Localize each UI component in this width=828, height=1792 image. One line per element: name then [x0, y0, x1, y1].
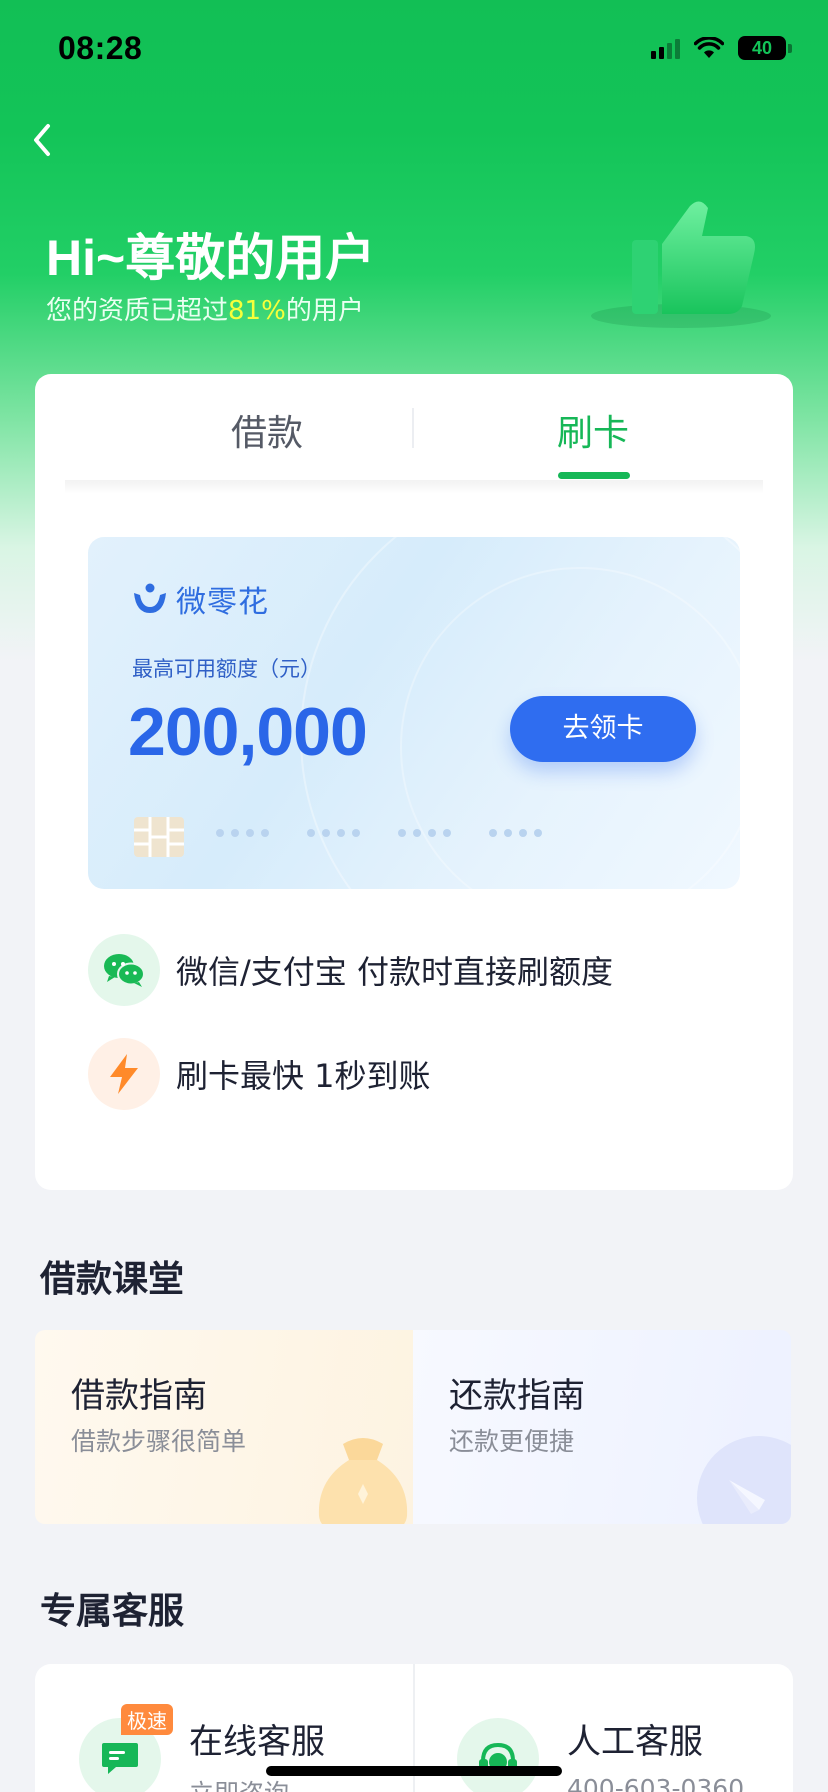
card-number-mask: [216, 829, 542, 837]
human-service-phone[interactable]: 400-603-0360: [567, 1774, 744, 1792]
lightning-icon: [110, 1054, 138, 1094]
greeting-title: Hi~尊敬的用户: [46, 230, 376, 286]
wechat-icon: [104, 954, 145, 987]
fast-badge: 极速: [121, 1704, 173, 1735]
status-icons: 40: [651, 36, 792, 60]
guide-title: 借款指南: [71, 1376, 207, 1416]
status-time: 08:28: [58, 30, 143, 66]
human-service-title[interactable]: 人工客服: [567, 1714, 703, 1763]
battery-level: 40: [751, 37, 773, 58]
tab-divider: [412, 408, 414, 448]
limit-label: 最高可用额度（元）: [132, 657, 321, 681]
main-card: 借款 刷卡 微零花 最高可用额度（元） 200,000 去领卡 微信/支付宝 付…: [35, 374, 793, 1190]
back-button[interactable]: [26, 118, 62, 162]
online-service-subtitle: 立即咨询: [189, 1774, 289, 1792]
feature-text: 微信/支付宝 付款时直接刷额度: [176, 953, 613, 991]
borrow-guide-card[interactable]: 借款指南 借款步骤很简单: [35, 1330, 413, 1524]
subtitle-suffix: 的用户: [285, 296, 364, 326]
brand: 微零花: [132, 577, 269, 621]
chevron-left-icon: [34, 124, 50, 156]
active-tab-indicator: [558, 472, 630, 479]
section-title-loan-class: 借款课堂: [40, 1259, 185, 1300]
guide-subtitle: 还款更便捷: [449, 1427, 575, 1456]
money-bag-icon: [318, 1438, 408, 1524]
card-chip-icon: [134, 817, 184, 857]
get-card-button[interactable]: 去领卡: [510, 696, 696, 762]
signal-icon: [651, 37, 680, 59]
subtitle-percentage: 81%: [228, 296, 286, 326]
guide-title: 还款指南: [449, 1376, 585, 1416]
paper-plane-icon: [697, 1436, 791, 1524]
tab-borrow[interactable]: 借款: [167, 404, 367, 456]
feature-item-wechat-pay: 微信/支付宝 付款时直接刷额度: [88, 934, 613, 1006]
page: 08:28 40 Hi~尊敬的用户 您的资质已超过81%的用户 借款 刷卡 微零…: [0, 0, 828, 1792]
greeting-subtitle: 您的资质已超过81%的用户: [46, 290, 364, 327]
chat-bubble-icon: [102, 1743, 138, 1774]
home-indicator[interactable]: [266, 1766, 562, 1776]
feature-item-fast-arrival: 刷卡最快 1秒到账: [88, 1038, 431, 1110]
battery-icon: 40: [738, 36, 792, 60]
limit-value: 200,000: [128, 694, 368, 770]
online-service-title[interactable]: 在线客服: [189, 1714, 325, 1763]
section-title-service: 专属客服: [40, 1591, 185, 1632]
tab-bar: 借款 刷卡: [35, 374, 793, 480]
feature-text: 刷卡最快 1秒到账: [176, 1057, 431, 1095]
repay-guide-card[interactable]: 还款指南 还款更便捷: [413, 1330, 791, 1524]
subtitle-prefix: 您的资质已超过: [46, 296, 229, 326]
credit-card-panel: 微零花 最高可用额度（元） 200,000 去领卡: [88, 537, 740, 889]
brand-name: 微零花: [176, 585, 269, 620]
human-service-button[interactable]: [457, 1718, 539, 1792]
tab-card[interactable]: 刷卡: [493, 404, 693, 456]
status-bar: 08:28 40: [0, 0, 828, 100]
thumbs-up-icon: [591, 201, 771, 328]
brand-logo-icon: [134, 583, 166, 613]
wifi-icon: [694, 37, 724, 58]
guide-subtitle: 借款步骤很简单: [71, 1427, 247, 1456]
